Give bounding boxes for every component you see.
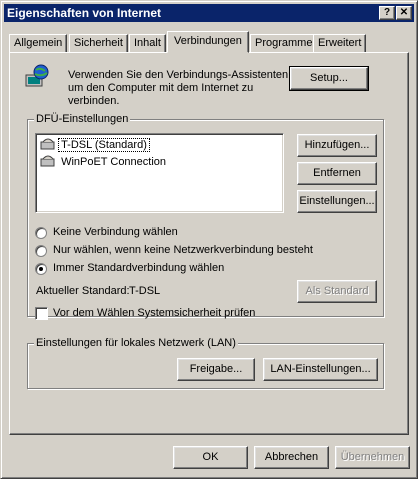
internet-globe-icon	[24, 63, 50, 92]
radio-label: Keine Verbindung wählen	[53, 226, 178, 238]
tab-label: Erweitert	[318, 37, 362, 49]
radio-label: Immer Standardverbindung wählen	[53, 262, 225, 274]
properties-window: Eigenschaften von Internet ? ✕ Allgemein…	[0, 0, 418, 479]
radio-dot-icon	[39, 267, 43, 271]
add-connection-button[interactable]: Hinzufügen...	[297, 134, 377, 157]
lan-settings-group: Einstellungen für lokales Netzwerk (LAN)…	[27, 336, 384, 389]
wizard-text-line: Verwenden Sie den Verbindungs-Assistente…	[68, 69, 292, 81]
radio-button-checked[interactable]	[35, 263, 47, 275]
apply-label: Übernehmen	[340, 451, 405, 463]
connection-label: WinPoET Connection	[61, 156, 167, 169]
remove-connection-button[interactable]: Entfernen	[297, 162, 377, 185]
lan-settings-label: LAN-Einstellungen...	[270, 363, 371, 375]
remove-button-label: Entfernen	[313, 167, 361, 179]
radio-button[interactable]	[35, 227, 47, 239]
wizard-text-line: verbinden.	[68, 95, 120, 107]
wizard-text-line: um den Computer mit dem Internet zu	[68, 82, 254, 94]
window-title: Eigenschaften von Internet	[7, 6, 162, 20]
add-button-label: Hinzufügen...	[304, 139, 370, 151]
share-button-label: Freigabe...	[189, 363, 243, 375]
security-check-label: Vor dem Wählen Systemsicherheit prüfen	[53, 307, 256, 319]
dialup-group-legend: DFÜ-Einstellungen	[34, 112, 131, 126]
current-default-value: T-DSL	[129, 285, 161, 297]
current-default-label: Aktueller Standard:	[36, 285, 130, 297]
wizard-description: Verwenden Sie den Verbindungs-Assistente…	[68, 69, 291, 108]
tab-allgemein[interactable]: Allgemein	[9, 34, 68, 52]
radio-label: Nur wählen, wenn keine Netzwerkverbindun…	[53, 244, 313, 256]
connection-label: T-DSL (Standard)	[58, 138, 150, 153]
help-icon[interactable]: ?	[379, 6, 395, 20]
dialup-connection-list[interactable]: T-DSL (Standard) WinPoET Connection	[35, 133, 284, 213]
title-bar[interactable]: Eigenschaften von Internet ? ✕	[4, 4, 414, 22]
setup-button[interactable]: Setup...	[289, 66, 369, 91]
set-default-button[interactable]: Als Standard	[297, 280, 377, 303]
tab-label: Allgemein	[14, 37, 63, 49]
tab-label: Inhalt	[134, 37, 161, 49]
dialup-settings-group: DFÜ-Einstellungen T-DSL (Standard) WinPo…	[27, 112, 384, 320]
tab-programme[interactable]: Programme	[250, 34, 318, 52]
lan-settings-button[interactable]: LAN-Einstellungen...	[263, 358, 378, 381]
settings-button-label: Einstellungen...	[299, 195, 375, 207]
tab-label: Verbindungen	[174, 35, 242, 47]
tab-label: Programme	[255, 37, 313, 49]
ok-label: OK	[202, 451, 219, 463]
tab-verbindungen[interactable]: Verbindungen	[167, 31, 249, 53]
list-item[interactable]: WinPoET Connection	[40, 153, 168, 169]
dialup-connection-icon	[40, 153, 56, 172]
cancel-button[interactable]: Abbrechen	[254, 446, 329, 469]
tab-erweitert[interactable]: Erweitert	[313, 34, 367, 52]
set-default-label: Als Standard	[305, 285, 369, 297]
tab-panel-verbindungen: Verwenden Sie den Verbindungs-Assistente…	[9, 52, 409, 435]
radio-button[interactable]	[35, 245, 47, 257]
tab-label: Sicherheit	[74, 37, 123, 49]
close-icon[interactable]: ✕	[396, 6, 412, 20]
tab-sicherheit[interactable]: Sicherheit	[69, 34, 128, 52]
setup-button-label: Setup...	[310, 72, 348, 84]
cancel-label: Abbrechen	[264, 451, 319, 463]
ok-button[interactable]: OK	[173, 446, 248, 469]
checkbox[interactable]	[35, 307, 48, 320]
lan-group-legend: Einstellungen für lokales Netzwerk (LAN)	[34, 336, 238, 350]
share-button[interactable]: Freigabe...	[177, 358, 255, 381]
connection-settings-button[interactable]: Einstellungen...	[297, 190, 377, 213]
tab-inhalt[interactable]: Inhalt	[129, 34, 166, 52]
list-item[interactable]: T-DSL (Standard)	[40, 136, 150, 153]
apply-button[interactable]: Übernehmen	[335, 446, 410, 469]
